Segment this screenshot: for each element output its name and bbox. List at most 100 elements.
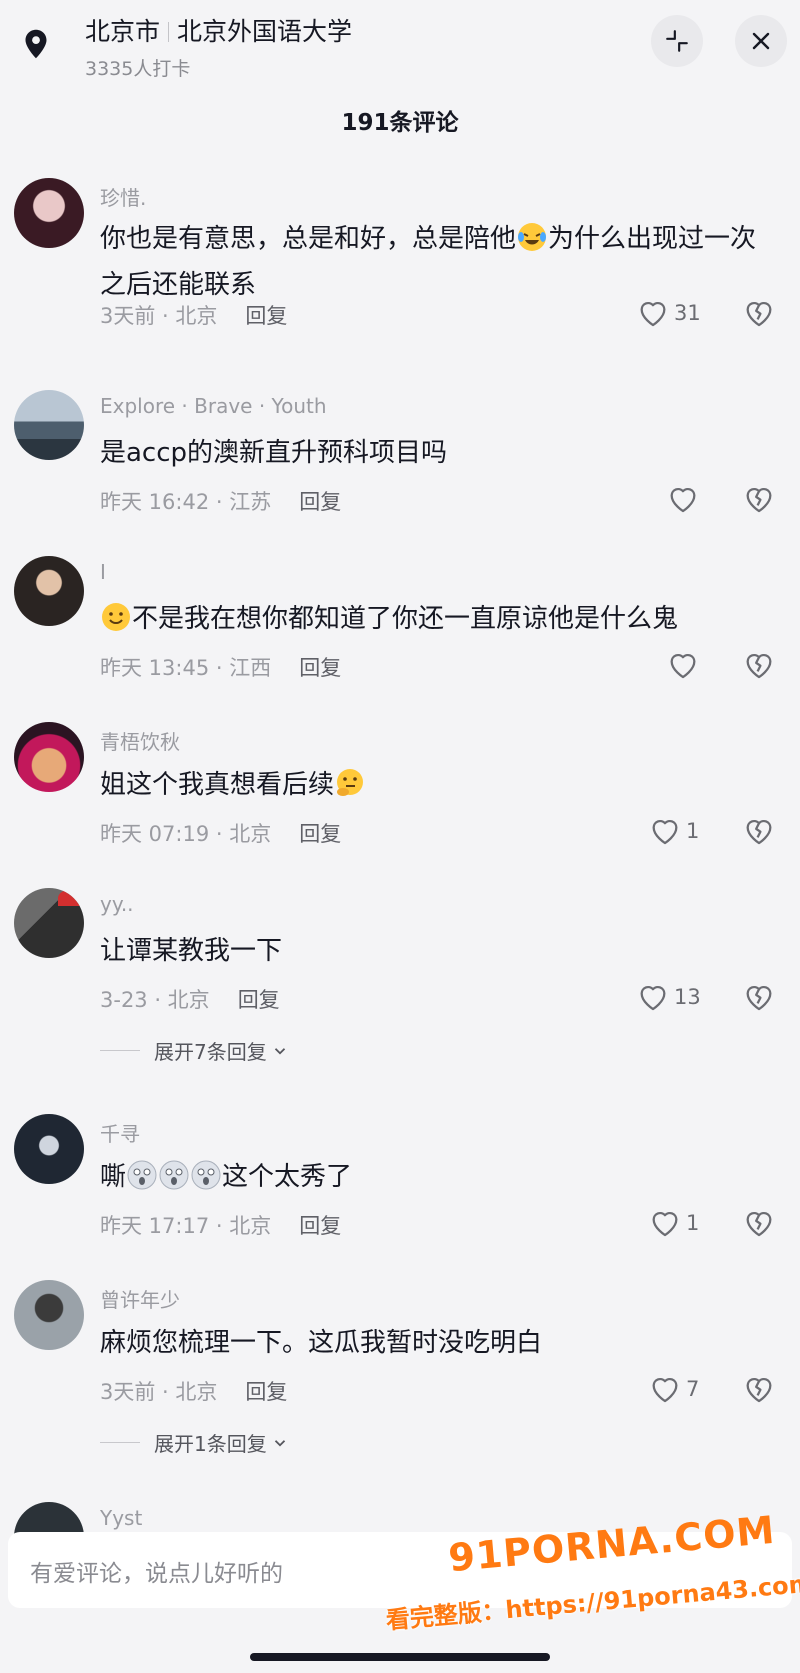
chevron-down-icon (274, 1439, 285, 1447)
comment-text: 姐这个我真想看后续 (100, 762, 775, 808)
city-name: 北京市 (85, 17, 161, 46)
expand-replies-button[interactable]: 展开7条回复 (100, 1036, 289, 1065)
dislike-icon[interactable] (742, 814, 776, 848)
avatar[interactable] (14, 390, 84, 460)
watermark-logo: 91PORNA.COM (446, 1507, 777, 1581)
comment-time-location: 3天前 · 北京 (100, 1380, 218, 1404)
expand-replies-button[interactable]: 展开1条回复 (100, 1428, 289, 1457)
shocked-emoji (191, 1160, 221, 1190)
avatar[interactable] (14, 1280, 84, 1350)
collapse-icon (666, 30, 688, 52)
comment-text: 你也是有意思，总是和好，总是陪他 为什么出现过一次之后还能联系 (100, 216, 775, 308)
dislike-icon[interactable] (742, 1372, 776, 1406)
comment-text-part: 这个太秀了 (222, 1162, 353, 1192)
avatar[interactable] (14, 556, 84, 626)
like-count: 7 (686, 1377, 700, 1401)
like-count: 31 (674, 301, 701, 325)
like-button[interactable]: 7 (648, 1372, 699, 1406)
close-icon (752, 32, 770, 50)
comment-meta: 3-23 · 北京 回复 (100, 984, 280, 1014)
reply-button[interactable]: 回复 (299, 822, 341, 846)
like-button[interactable] (666, 648, 704, 682)
comment-nickname[interactable]: Explore · Brave · Youth (100, 394, 327, 418)
comment-nickname[interactable]: I (100, 560, 106, 584)
comment-meta: 昨天 16:42 · 江苏 回复 (100, 486, 341, 516)
heart-icon (648, 814, 682, 848)
comment-nickname[interactable]: 千寻 (100, 1118, 140, 1147)
expand-replies-label: 展开1条回复 (154, 1432, 267, 1456)
comment-nickname[interactable]: Yyst (100, 1506, 142, 1530)
comment-nickname[interactable]: 曾许年少 (100, 1284, 180, 1313)
heart-icon (666, 482, 700, 516)
comment-text: 麻烦您梳理一下。这瓜我暂时没吃明白 (100, 1328, 543, 1358)
close-button[interactable] (735, 15, 787, 67)
smile-emoji (102, 603, 130, 631)
watermark-url: 看完整版：https://91porna43.com (384, 1569, 800, 1635)
comment-meta: 昨天 17:17 · 北京 回复 (100, 1210, 341, 1240)
dislike-icon[interactable] (742, 482, 776, 516)
comment-time-location: 昨天 16:42 · 江苏 (100, 490, 272, 514)
heart-icon (636, 980, 670, 1014)
comment-text: 嘶 这个太秀了 (100, 1154, 775, 1200)
reply-button[interactable]: 回复 (238, 988, 280, 1012)
like-count: 1 (686, 1211, 700, 1235)
comment-time-location: 昨天 13:45 · 江西 (100, 656, 272, 680)
like-button[interactable] (666, 482, 704, 516)
chevron-down-icon (274, 1047, 285, 1055)
title-divider (168, 22, 170, 42)
avatar[interactable] (14, 1114, 84, 1184)
comment-text-part: 姐这个我真想看后续 (100, 770, 335, 800)
map-pin-icon (25, 29, 47, 59)
place-name: 北京外国语大学 (177, 17, 353, 46)
home-indicator[interactable] (250, 1653, 550, 1661)
avatar[interactable] (14, 722, 84, 792)
like-button[interactable]: 1 (648, 1206, 699, 1240)
expand-divider (100, 1050, 140, 1051)
collapse-button[interactable] (651, 15, 703, 67)
comment-text-part: 嘶 (100, 1162, 127, 1192)
crying-laughing-emoji (518, 223, 547, 251)
comment-text: 让谭某教我一下 (100, 936, 283, 966)
heart-icon (648, 1206, 682, 1240)
comment-time-location: 3-23 · 北京 (100, 988, 210, 1012)
comment-time-location: 3天前 · 北京 (100, 304, 218, 328)
shocked-emoji (127, 1160, 157, 1190)
comment-meta: 3天前 · 北京 回复 (100, 1376, 287, 1406)
reply-button[interactable]: 回复 (245, 304, 287, 328)
dislike-icon[interactable] (742, 980, 776, 1014)
comment-time-location: 昨天 07:19 · 北京 (100, 822, 272, 846)
like-count: 13 (674, 985, 701, 1009)
reply-button[interactable]: 回复 (299, 490, 341, 514)
like-button[interactable]: 1 (648, 814, 699, 848)
heart-icon (648, 1372, 682, 1406)
dislike-icon[interactable] (742, 1206, 776, 1240)
expand-replies-label: 展开7条回复 (154, 1040, 267, 1064)
reply-button[interactable]: 回复 (299, 656, 341, 680)
avatar[interactable] (14, 888, 84, 958)
avatar[interactable] (14, 178, 84, 248)
dislike-icon[interactable] (742, 648, 776, 682)
heart-icon (666, 648, 700, 682)
comment-time-location: 昨天 17:17 · 北京 (100, 1214, 272, 1238)
location-title[interactable]: 北京市 北京外国语大学 (85, 12, 352, 48)
comment-meta: 3天前 · 北京 回复 (100, 300, 287, 330)
thinking-emoji (337, 769, 364, 796)
comment-count: 191条评论 (341, 110, 459, 136)
like-button[interactable]: 13 (636, 980, 701, 1014)
checkin-count: 3335人打卡 (85, 58, 191, 80)
comment-text-part: 不是我在想你都知道了你还一直原谅他是什么鬼 (132, 604, 679, 634)
comment-meta: 昨天 13:45 · 江西 回复 (100, 652, 341, 682)
comment-nickname[interactable]: 珍惜. (100, 182, 146, 211)
comment-text: 不是我在想你都知道了你还一直原谅他是什么鬼 (100, 596, 775, 642)
comment-nickname[interactable]: 青梧饮秋 (100, 726, 180, 755)
comment-input-placeholder: 有爱评论，说点儿好听的 (30, 1561, 283, 1587)
reply-button[interactable]: 回复 (299, 1214, 341, 1238)
like-count: 1 (686, 819, 700, 843)
reply-button[interactable]: 回复 (245, 1380, 287, 1404)
comment-nickname[interactable]: yy.. (100, 892, 134, 916)
hat-decoration (58, 890, 80, 906)
location-header: 北京市 北京外国语大学 3335人打卡 191条评论 (0, 0, 800, 160)
comment-text-part: 你也是有意思，总是和好，总是陪他 (100, 224, 517, 254)
dislike-icon[interactable] (742, 296, 776, 330)
like-button[interactable]: 31 (636, 296, 701, 330)
